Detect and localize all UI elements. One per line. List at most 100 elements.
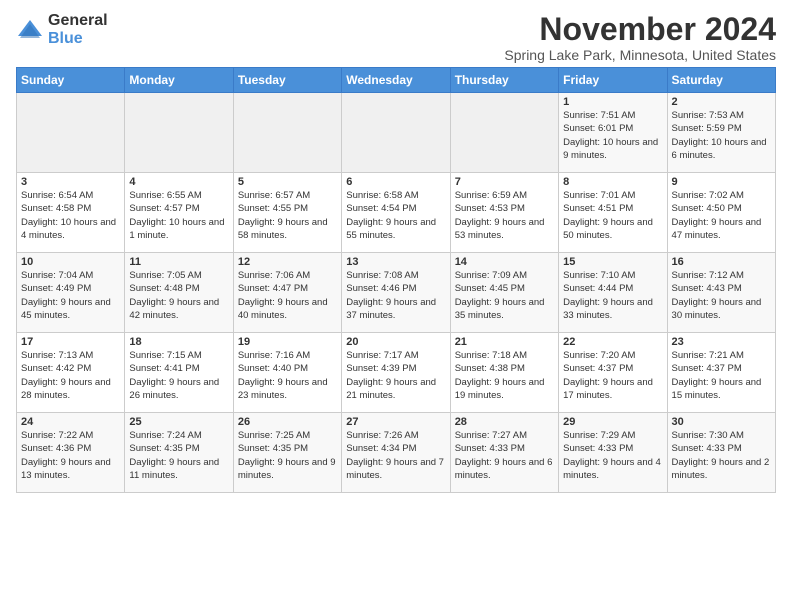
day-info: Sunrise: 6:59 AM Sunset: 4:53 PM Dayligh… bbox=[455, 189, 554, 242]
day-number: 16 bbox=[672, 256, 771, 268]
calendar-cell: 3Sunrise: 6:54 AM Sunset: 4:58 PM Daylig… bbox=[17, 173, 125, 253]
day-number: 24 bbox=[21, 416, 120, 428]
calendar-cell: 19Sunrise: 7:16 AM Sunset: 4:40 PM Dayli… bbox=[233, 333, 341, 413]
day-number: 4 bbox=[129, 176, 228, 188]
logo: General Blue bbox=[16, 12, 108, 47]
calendar-cell: 22Sunrise: 7:20 AM Sunset: 4:37 PM Dayli… bbox=[559, 333, 667, 413]
calendar-cell: 4Sunrise: 6:55 AM Sunset: 4:57 PM Daylig… bbox=[125, 173, 233, 253]
calendar-cell: 23Sunrise: 7:21 AM Sunset: 4:37 PM Dayli… bbox=[667, 333, 775, 413]
day-number: 20 bbox=[346, 336, 445, 348]
day-number: 10 bbox=[21, 256, 120, 268]
day-number: 25 bbox=[129, 416, 228, 428]
day-number: 12 bbox=[238, 256, 337, 268]
day-info: Sunrise: 7:24 AM Sunset: 4:35 PM Dayligh… bbox=[129, 429, 228, 482]
calendar-week-3: 17Sunrise: 7:13 AM Sunset: 4:42 PM Dayli… bbox=[17, 333, 776, 413]
day-number: 3 bbox=[21, 176, 120, 188]
calendar-week-1: 3Sunrise: 6:54 AM Sunset: 4:58 PM Daylig… bbox=[17, 173, 776, 253]
col-thursday: Thursday bbox=[450, 68, 558, 93]
day-number: 8 bbox=[563, 176, 662, 188]
col-saturday: Saturday bbox=[667, 68, 775, 93]
calendar-cell bbox=[17, 93, 125, 173]
calendar-cell bbox=[342, 93, 450, 173]
day-number: 7 bbox=[455, 176, 554, 188]
calendar-week-0: 1Sunrise: 7:51 AM Sunset: 6:01 PM Daylig… bbox=[17, 93, 776, 173]
day-number: 11 bbox=[129, 256, 228, 268]
day-info: Sunrise: 7:08 AM Sunset: 4:46 PM Dayligh… bbox=[346, 269, 445, 322]
day-info: Sunrise: 6:54 AM Sunset: 4:58 PM Dayligh… bbox=[21, 189, 120, 242]
day-info: Sunrise: 6:57 AM Sunset: 4:55 PM Dayligh… bbox=[238, 189, 337, 242]
calendar-cell: 12Sunrise: 7:06 AM Sunset: 4:47 PM Dayli… bbox=[233, 253, 341, 333]
calendar-cell: 21Sunrise: 7:18 AM Sunset: 4:38 PM Dayli… bbox=[450, 333, 558, 413]
calendar-cell: 14Sunrise: 7:09 AM Sunset: 4:45 PM Dayli… bbox=[450, 253, 558, 333]
day-info: Sunrise: 7:09 AM Sunset: 4:45 PM Dayligh… bbox=[455, 269, 554, 322]
calendar-cell: 28Sunrise: 7:27 AM Sunset: 4:33 PM Dayli… bbox=[450, 413, 558, 493]
calendar-week-2: 10Sunrise: 7:04 AM Sunset: 4:49 PM Dayli… bbox=[17, 253, 776, 333]
day-number: 1 bbox=[563, 96, 662, 108]
calendar-cell: 1Sunrise: 7:51 AM Sunset: 6:01 PM Daylig… bbox=[559, 93, 667, 173]
calendar-body: 1Sunrise: 7:51 AM Sunset: 6:01 PM Daylig… bbox=[17, 93, 776, 493]
day-number: 14 bbox=[455, 256, 554, 268]
calendar-cell: 10Sunrise: 7:04 AM Sunset: 4:49 PM Dayli… bbox=[17, 253, 125, 333]
calendar-header: Sunday Monday Tuesday Wednesday Thursday… bbox=[17, 68, 776, 93]
calendar-cell: 26Sunrise: 7:25 AM Sunset: 4:35 PM Dayli… bbox=[233, 413, 341, 493]
day-info: Sunrise: 7:16 AM Sunset: 4:40 PM Dayligh… bbox=[238, 349, 337, 402]
day-number: 5 bbox=[238, 176, 337, 188]
month-title: November 2024 bbox=[504, 12, 776, 47]
day-info: Sunrise: 7:51 AM Sunset: 6:01 PM Dayligh… bbox=[563, 109, 662, 162]
day-info: Sunrise: 7:22 AM Sunset: 4:36 PM Dayligh… bbox=[21, 429, 120, 482]
day-info: Sunrise: 7:27 AM Sunset: 4:33 PM Dayligh… bbox=[455, 429, 554, 482]
day-info: Sunrise: 7:20 AM Sunset: 4:37 PM Dayligh… bbox=[563, 349, 662, 402]
day-info: Sunrise: 6:55 AM Sunset: 4:57 PM Dayligh… bbox=[129, 189, 228, 242]
day-number: 23 bbox=[672, 336, 771, 348]
day-number: 19 bbox=[238, 336, 337, 348]
calendar-cell: 9Sunrise: 7:02 AM Sunset: 4:50 PM Daylig… bbox=[667, 173, 775, 253]
calendar-cell: 18Sunrise: 7:15 AM Sunset: 4:41 PM Dayli… bbox=[125, 333, 233, 413]
calendar-cell: 2Sunrise: 7:53 AM Sunset: 5:59 PM Daylig… bbox=[667, 93, 775, 173]
day-info: Sunrise: 7:01 AM Sunset: 4:51 PM Dayligh… bbox=[563, 189, 662, 242]
day-number: 9 bbox=[672, 176, 771, 188]
day-info: Sunrise: 7:21 AM Sunset: 4:37 PM Dayligh… bbox=[672, 349, 771, 402]
header: General Blue November 2024 Spring Lake P… bbox=[16, 12, 776, 63]
day-info: Sunrise: 7:25 AM Sunset: 4:35 PM Dayligh… bbox=[238, 429, 337, 482]
logo-icon bbox=[16, 16, 44, 44]
day-number: 2 bbox=[672, 96, 771, 108]
day-info: Sunrise: 7:53 AM Sunset: 5:59 PM Dayligh… bbox=[672, 109, 771, 162]
calendar-cell: 5Sunrise: 6:57 AM Sunset: 4:55 PM Daylig… bbox=[233, 173, 341, 253]
day-info: Sunrise: 7:26 AM Sunset: 4:34 PM Dayligh… bbox=[346, 429, 445, 482]
day-info: Sunrise: 7:06 AM Sunset: 4:47 PM Dayligh… bbox=[238, 269, 337, 322]
logo-blue: Blue bbox=[48, 30, 108, 48]
calendar-cell bbox=[125, 93, 233, 173]
col-monday: Monday bbox=[125, 68, 233, 93]
title-block: November 2024 Spring Lake Park, Minnesot… bbox=[504, 12, 776, 63]
calendar-table: Sunday Monday Tuesday Wednesday Thursday… bbox=[16, 67, 776, 493]
calendar-cell: 17Sunrise: 7:13 AM Sunset: 4:42 PM Dayli… bbox=[17, 333, 125, 413]
day-info: Sunrise: 7:10 AM Sunset: 4:44 PM Dayligh… bbox=[563, 269, 662, 322]
calendar-cell: 13Sunrise: 7:08 AM Sunset: 4:46 PM Dayli… bbox=[342, 253, 450, 333]
calendar-cell: 20Sunrise: 7:17 AM Sunset: 4:39 PM Dayli… bbox=[342, 333, 450, 413]
day-info: Sunrise: 7:02 AM Sunset: 4:50 PM Dayligh… bbox=[672, 189, 771, 242]
day-info: Sunrise: 7:12 AM Sunset: 4:43 PM Dayligh… bbox=[672, 269, 771, 322]
col-wednesday: Wednesday bbox=[342, 68, 450, 93]
day-info: Sunrise: 7:05 AM Sunset: 4:48 PM Dayligh… bbox=[129, 269, 228, 322]
calendar-cell: 7Sunrise: 6:59 AM Sunset: 4:53 PM Daylig… bbox=[450, 173, 558, 253]
calendar-cell: 29Sunrise: 7:29 AM Sunset: 4:33 PM Dayli… bbox=[559, 413, 667, 493]
day-number: 29 bbox=[563, 416, 662, 428]
day-number: 15 bbox=[563, 256, 662, 268]
col-friday: Friday bbox=[559, 68, 667, 93]
day-number: 27 bbox=[346, 416, 445, 428]
calendar-cell: 6Sunrise: 6:58 AM Sunset: 4:54 PM Daylig… bbox=[342, 173, 450, 253]
day-number: 13 bbox=[346, 256, 445, 268]
calendar-week-4: 24Sunrise: 7:22 AM Sunset: 4:36 PM Dayli… bbox=[17, 413, 776, 493]
day-number: 21 bbox=[455, 336, 554, 348]
calendar-cell: 8Sunrise: 7:01 AM Sunset: 4:51 PM Daylig… bbox=[559, 173, 667, 253]
day-number: 22 bbox=[563, 336, 662, 348]
day-info: Sunrise: 6:58 AM Sunset: 4:54 PM Dayligh… bbox=[346, 189, 445, 242]
day-info: Sunrise: 7:29 AM Sunset: 4:33 PM Dayligh… bbox=[563, 429, 662, 482]
header-row: Sunday Monday Tuesday Wednesday Thursday… bbox=[17, 68, 776, 93]
day-number: 28 bbox=[455, 416, 554, 428]
page-container: General Blue November 2024 Spring Lake P… bbox=[0, 0, 792, 501]
day-info: Sunrise: 7:17 AM Sunset: 4:39 PM Dayligh… bbox=[346, 349, 445, 402]
day-number: 30 bbox=[672, 416, 771, 428]
day-number: 6 bbox=[346, 176, 445, 188]
calendar-cell bbox=[233, 93, 341, 173]
